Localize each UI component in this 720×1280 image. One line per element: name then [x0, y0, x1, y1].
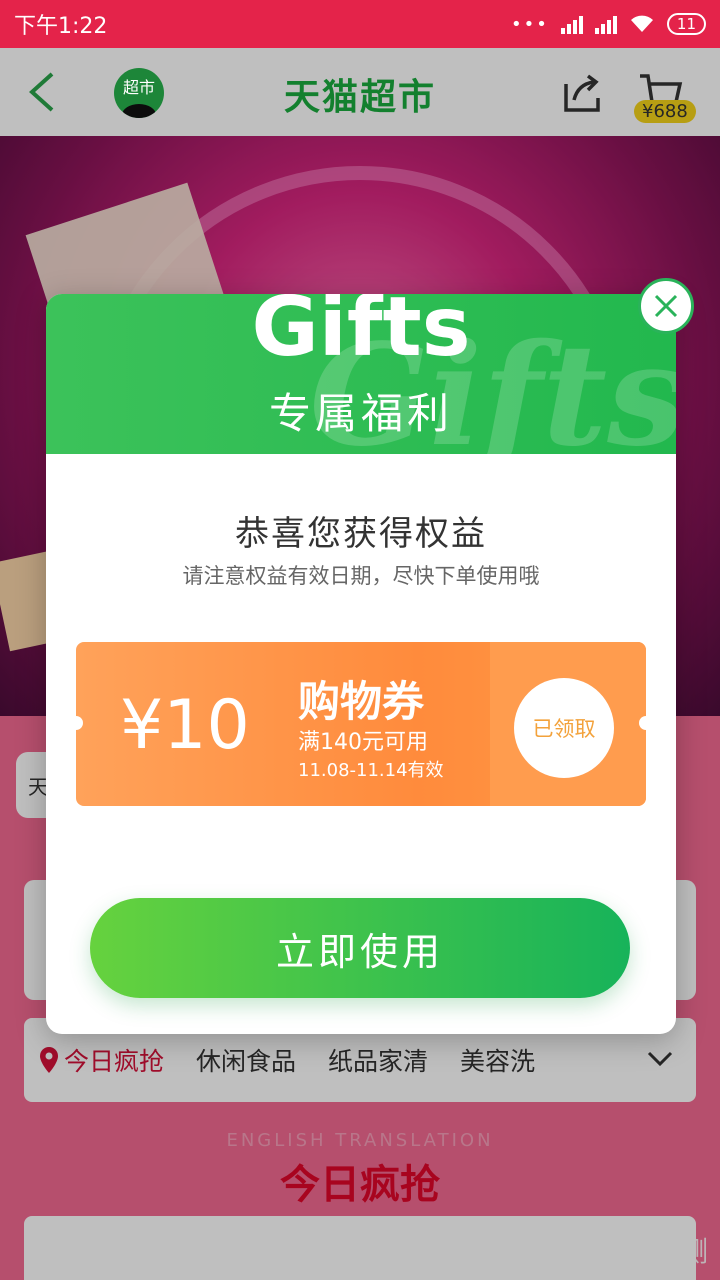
status-bar: 下午1:22 ••• 11 — [0, 0, 720, 48]
close-icon — [654, 294, 678, 318]
coupon-status-badge: 已领取 — [514, 678, 614, 778]
wifi-icon — [630, 15, 653, 32]
coupon-name: 购物券 — [298, 677, 425, 726]
dialog-note: 请注意权益有效日期，尽快下单使用哦 — [182, 564, 540, 588]
benefit-dialog: Gifts Gifts 专属福利 恭喜您获得权益 请注意权益有效日期，尽快下单使… — [46, 294, 676, 1034]
coupon-card[interactable]: ¥10 购物券 满140元可用 11.08-11.14有效 已领取 — [76, 642, 646, 806]
signal-icon — [560, 14, 583, 34]
more-dots-icon: ••• — [511, 13, 549, 35]
close-button[interactable] — [638, 278, 694, 334]
avatar-label: 超市 — [122, 78, 155, 97]
signal-icon-2 — [594, 14, 617, 34]
coupon-validity: 11.08-11.14有效 — [298, 760, 444, 781]
coupon-condition: 满140元可用 — [298, 730, 428, 755]
dialog-title: 恭喜您获得权益 — [235, 514, 487, 554]
coupon-notch-left — [76, 716, 83, 730]
dialog-banner: Gifts Gifts 专属福利 — [46, 294, 676, 454]
banner-word: Gifts — [251, 294, 471, 375]
status-time: 下午1:22 — [14, 14, 108, 39]
overlay-dim-header — [0, 48, 720, 136]
battery-indicator: 11 — [666, 13, 706, 35]
use-now-button[interactable]: 立即使用 — [90, 898, 630, 998]
banner-subtitle: 专属福利 — [268, 389, 453, 438]
coupon-amount: ¥10 — [120, 686, 250, 765]
coupon-notch-right — [639, 716, 646, 730]
